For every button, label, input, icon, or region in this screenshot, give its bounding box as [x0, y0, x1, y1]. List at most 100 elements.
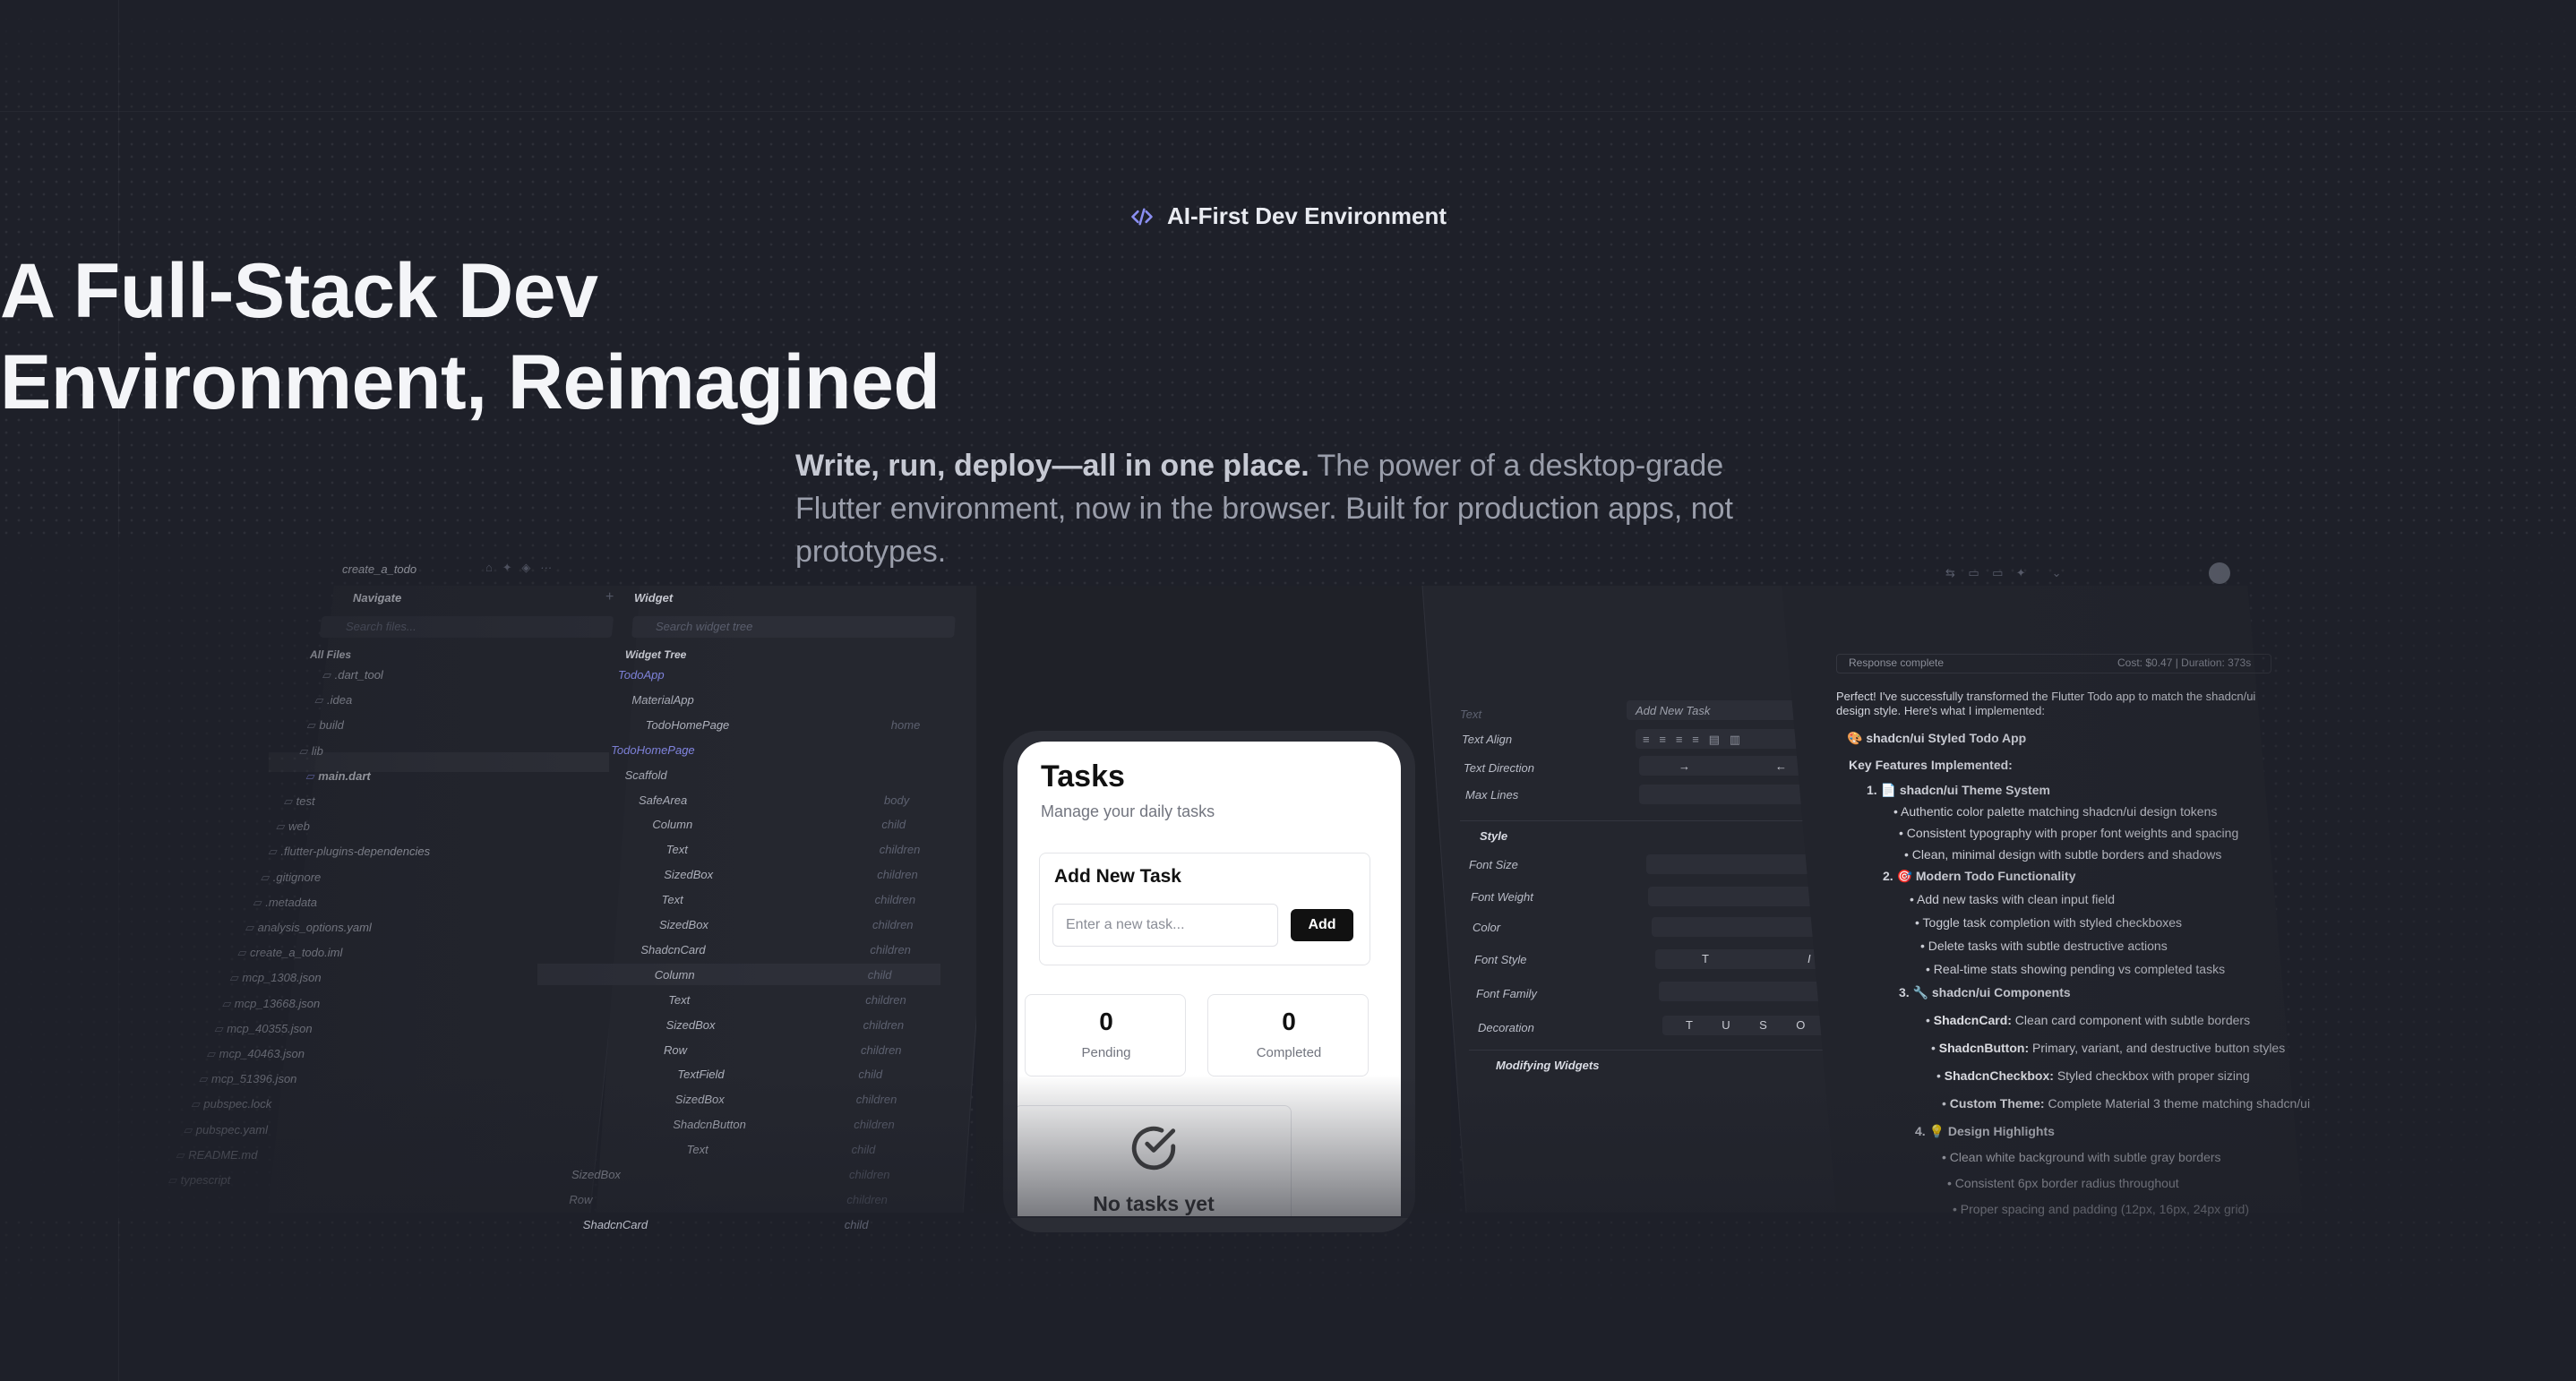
widget-tree-item[interactable]: Text — [687, 1143, 708, 1156]
file-tree-item[interactable]: ▱ build — [307, 718, 344, 733]
file-tree-item[interactable]: ▱ create_a_todo.iml — [237, 946, 342, 960]
add-button[interactable]: Add — [1291, 909, 1353, 941]
toolbar-icons[interactable]: ⌂ ✦ ◈ ··· — [485, 561, 552, 575]
file-tree-item[interactable]: ▱ mcp_40463.json — [207, 1047, 305, 1061]
file-tree-item[interactable]: ▱ pubspec.yaml — [184, 1123, 268, 1137]
widget-tree-item[interactable]: Row — [664, 1043, 687, 1057]
italic-icon[interactable]: I — [1807, 952, 1811, 965]
bullet-icon: • — [1942, 1150, 1950, 1164]
file-name: mcp_13668.json — [234, 996, 321, 1010]
widget-tree-item[interactable]: Row — [569, 1193, 592, 1206]
widget-tree-item[interactable]: SizedBox — [664, 868, 713, 881]
widget-tree-item[interactable]: TodoApp — [618, 668, 665, 682]
chat-text: Clean, minimal design with subtle border… — [1911, 847, 2222, 862]
project-name[interactable]: create_a_todo — [342, 562, 416, 576]
decoration-label: Decoration — [1478, 1021, 1534, 1034]
arrow-right-icon[interactable]: → — [1679, 759, 1690, 773]
file-tree-item[interactable]: ▱ .flutter-plugins-dependencies — [269, 845, 430, 859]
widget-name: SizedBox — [664, 868, 714, 882]
normal-text-icon[interactable]: T — [1702, 952, 1709, 965]
file-tree-item[interactable]: ▱ main.dart — [306, 769, 371, 784]
file-tree-item[interactable]: ▱ typescript — [168, 1173, 230, 1188]
widget-role: child — [851, 1143, 876, 1157]
file-name: README.md — [188, 1147, 258, 1162]
file-tree-item[interactable]: ▱ lib — [299, 744, 323, 759]
widget-tree-item[interactable]: SizedBox — [666, 1018, 716, 1032]
align-icons[interactable]: ≡ ≡ ≡ ≡ ▤ ▥ — [1643, 733, 1740, 747]
add-file-icon[interactable]: + — [605, 589, 614, 605]
decoration-icons[interactable]: T U S O — [1686, 1018, 1805, 1032]
widget-tree-title: Widget Tree — [625, 648, 687, 661]
file-tree-item[interactable]: ▱ analysis_options.yaml — [245, 921, 372, 935]
style-section-title[interactable]: Style — [1480, 829, 1507, 843]
widget-tree-item[interactable]: TodoHomePage — [611, 743, 694, 757]
pending-count: 0 — [1099, 1008, 1113, 1035]
widget-tree-item[interactable]: ShadcnCard — [640, 943, 705, 956]
title-line-2: Environment, Reimagined — [0, 339, 940, 425]
chat-section-heading: 4. 💡 Design Highlights — [1915, 1124, 2055, 1139]
file-tree-item[interactable]: ▱ mcp_51396.json — [199, 1072, 296, 1086]
file-tree-item[interactable]: ▱ mcp_40355.json — [215, 1022, 313, 1036]
file-icon: ▱ — [176, 1147, 189, 1162]
widget-tree-item[interactable]: Text — [662, 893, 683, 906]
file-tree-item[interactable]: ▱ pubspec.lock — [192, 1097, 272, 1111]
avatar[interactable] — [2209, 562, 2230, 584]
file-tree-item[interactable]: ▱ README.md — [176, 1148, 258, 1162]
task-input-placeholder: Enter a new task... — [1066, 917, 1185, 932]
chat-text: 4. 💡 Design Highlights — [1915, 1124, 2055, 1138]
widget-tree-item[interactable]: ShadcnCard — [583, 1218, 648, 1231]
chat-text: Consistent typography with proper font w… — [1906, 826, 2239, 840]
completed-count: 0 — [1282, 1008, 1296, 1035]
chat-list-item: • Consistent 6px border radius throughou… — [1947, 1176, 2179, 1190]
file-tree-item[interactable]: ▱ mcp_13668.json — [222, 997, 320, 1011]
eyebrow: AI-First Dev Environment — [0, 202, 2576, 230]
widget-role: children — [870, 942, 911, 956]
chat-text: Authentic color palette matching shadcn/… — [1901, 804, 2218, 819]
file-tree-item[interactable]: ▱ test — [284, 794, 315, 809]
file-name: test — [296, 794, 315, 808]
font-family-label: Font Family — [1476, 987, 1537, 1000]
widget-name: Row — [664, 1042, 688, 1057]
widget-tree-item[interactable]: MaterialApp — [631, 693, 693, 707]
file-name: mcp_51396.json — [211, 1072, 297, 1086]
dart-file-icon: ▱ — [305, 768, 319, 783]
file-tree-item[interactable]: ▱ .metadata — [253, 896, 317, 910]
file-tree-item[interactable]: ▱ web — [276, 819, 309, 834]
file-tree-item[interactable]: ▱ .idea — [314, 693, 352, 708]
widget-tree-item[interactable]: ShadcnButton — [673, 1118, 746, 1131]
widget-role: children — [879, 843, 921, 857]
widget-tree-item[interactable]: Column — [655, 968, 695, 982]
widget-tree-item[interactable]: SizedBox — [659, 918, 708, 931]
file-name: main.dart — [318, 768, 371, 783]
modifying-widgets-title[interactable]: Modifying Widgets — [1496, 1059, 1599, 1072]
chat-list-item: • ShadcnCheckbox: Styled checkbox with p… — [1936, 1068, 2250, 1083]
right-toolbar-icons[interactable]: ⇆ ▭ ▭ ✦ ⌄ — [1945, 566, 2061, 580]
widget-name: TextField — [677, 1068, 725, 1082]
widget-tree-item[interactable]: Column — [652, 818, 692, 831]
widget-tree-item[interactable]: TextField — [677, 1068, 724, 1081]
widget-tree-item[interactable]: Text — [666, 843, 688, 856]
widget-tree-item[interactable]: TodoHomePage — [646, 718, 729, 732]
file-icon: ▱ — [253, 895, 266, 909]
eyebrow-label: AI-First Dev Environment — [1166, 202, 1447, 229]
widget-tree-item[interactable]: SizedBox — [675, 1093, 725, 1106]
widget-tree-item[interactable]: Scaffold — [625, 768, 667, 782]
card-title: Add New Task — [1054, 866, 1181, 887]
response-cost: Cost: $0.47 | Duration: 373s — [2117, 656, 2252, 669]
file-tree-item[interactable]: ▱ .dart_tool — [322, 668, 383, 682]
guide-line — [0, 111, 2576, 112]
bullet-icon: • — [1926, 962, 1934, 976]
max-lines-label: Max Lines — [1465, 788, 1519, 802]
empty-state-card: No tasks yet — [1018, 1105, 1292, 1216]
file-tree-item[interactable]: ▱ .gitignore — [261, 871, 321, 885]
task-input[interactable]: Enter a new task... — [1052, 904, 1278, 947]
arrow-left-icon[interactable]: ← — [1775, 759, 1787, 773]
text-value: Add New Task — [1636, 704, 1711, 717]
file-name: typescript — [180, 1173, 231, 1187]
widget-tree-item[interactable]: SafeArea — [639, 793, 687, 807]
chat-section-heading: 3. 🔧 shadcn/ui Components — [1899, 985, 2071, 1000]
add-button-label: Add — [1308, 917, 1336, 932]
file-tree-item[interactable]: ▱ mcp_1308.json — [230, 971, 322, 985]
widget-tree-item[interactable]: Text — [668, 993, 690, 1007]
widget-tree-item[interactable]: SizedBox — [571, 1168, 621, 1181]
